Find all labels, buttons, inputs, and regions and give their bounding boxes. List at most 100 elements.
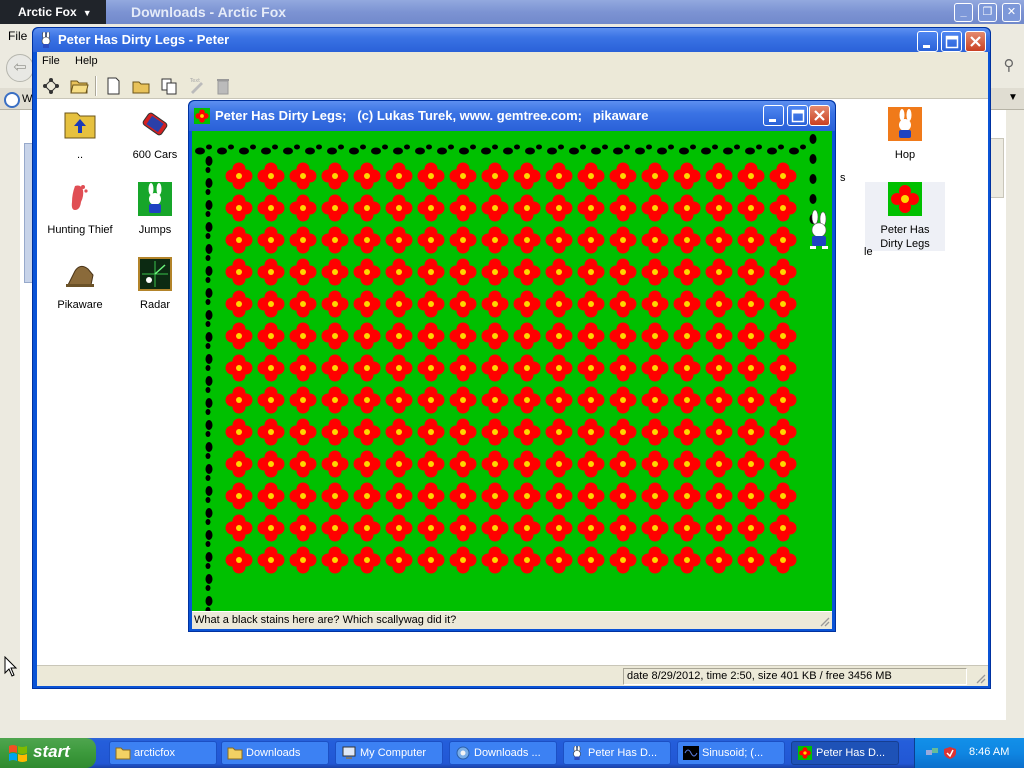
taskbar-button[interactable]: My Computer xyxy=(335,741,443,765)
flower xyxy=(673,162,701,190)
taskbar-button-label: Downloads xyxy=(246,747,301,759)
game-field-canvas[interactable] xyxy=(192,131,832,611)
arctic-fox-menu-button[interactable]: Arctic Fox ▼ xyxy=(0,0,106,24)
rename-icon[interactable]: Text xyxy=(187,76,207,96)
file-item[interactable]: Radar xyxy=(115,257,195,312)
delete-icon[interactable] xyxy=(213,76,233,96)
flower xyxy=(417,194,445,222)
flower xyxy=(417,386,445,414)
search-icon[interactable]: ⚲ xyxy=(998,56,1020,78)
new-folder-icon[interactable] xyxy=(131,76,151,96)
flower xyxy=(513,482,541,510)
file-item[interactable]: Pikaware xyxy=(40,257,120,312)
flower xyxy=(257,450,285,478)
flower xyxy=(353,162,381,190)
flower xyxy=(513,322,541,350)
flower xyxy=(673,386,701,414)
explorer-menubar: File Help xyxy=(37,52,988,72)
flower xyxy=(577,386,605,414)
flower xyxy=(673,482,701,510)
flower xyxy=(673,450,701,478)
browser-tab-label[interactable]: W xyxy=(22,93,32,105)
flower xyxy=(545,354,573,382)
browser-close-button[interactable]: ✕ xyxy=(1002,3,1021,22)
flower xyxy=(737,546,765,574)
flower xyxy=(385,354,413,382)
flower xyxy=(417,514,445,542)
tree-view-icon[interactable] xyxy=(41,76,61,96)
flower xyxy=(513,514,541,542)
dropdown-arrow-icon: ▼ xyxy=(82,8,92,18)
footprint xyxy=(459,147,469,155)
file-item-selected[interactable]: Peter Has Dirty Legs xyxy=(865,182,945,251)
flower xyxy=(513,258,541,286)
footprint xyxy=(239,147,249,155)
browser-restore-button[interactable]: ❐ xyxy=(978,3,997,22)
footprint xyxy=(205,596,213,606)
flower xyxy=(321,546,349,574)
flower xyxy=(769,162,797,190)
flower xyxy=(353,386,381,414)
network-icon[interactable] xyxy=(925,746,939,760)
taskbar-button[interactable]: Downloads ... xyxy=(449,741,557,765)
resize-grip-icon[interactable] xyxy=(818,615,830,627)
file-item[interactable]: .. xyxy=(40,107,120,162)
flower xyxy=(705,354,733,382)
explorer-minimize-button[interactable] xyxy=(917,31,938,52)
file-item[interactable]: 600 Cars xyxy=(115,107,195,162)
explorer-close-button[interactable] xyxy=(965,31,986,52)
flower xyxy=(417,322,445,350)
flower xyxy=(481,546,509,574)
footprint xyxy=(205,387,211,393)
system-tray: 8:46 AM xyxy=(914,738,1024,768)
back-arrow-icon[interactable]: ⇦ xyxy=(6,54,34,82)
footprint xyxy=(294,144,300,150)
resize-grip-icon[interactable] xyxy=(974,672,986,684)
tab-list-arrow-icon[interactable]: ▼ xyxy=(1008,92,1018,103)
taskbar-button[interactable]: Sinusoid; (... xyxy=(677,741,785,765)
browser-minimize-button[interactable]: _ xyxy=(954,3,973,22)
flower xyxy=(257,162,285,190)
new-file-icon[interactable] xyxy=(103,76,123,96)
clock[interactable]: 8:46 AM xyxy=(969,746,1009,758)
file-item[interactable]: Hunting Thief xyxy=(40,182,120,237)
security-shield-icon[interactable] xyxy=(943,746,957,760)
flower xyxy=(641,482,669,510)
game-title-bar[interactable]: Peter Has Dirty Legs; (c) Lukas Turek, w… xyxy=(189,101,835,131)
flower xyxy=(289,290,317,318)
flower xyxy=(321,450,349,478)
file-item[interactable]: Hop xyxy=(865,107,945,162)
flower xyxy=(513,418,541,446)
flower xyxy=(769,418,797,446)
flower xyxy=(609,258,637,286)
file-item[interactable]: Jumps xyxy=(115,182,195,237)
game-minimize-button[interactable] xyxy=(763,105,784,126)
taskbar-button[interactable]: Downloads xyxy=(221,741,329,765)
explorer-title-bar[interactable]: Peter Has Dirty Legs - Peter xyxy=(33,28,990,52)
game-field[interactable] xyxy=(192,131,832,611)
flower xyxy=(545,514,573,542)
explorer-toolbar: Text xyxy=(37,72,988,99)
copy-icon[interactable] xyxy=(159,76,179,96)
game-close-button[interactable] xyxy=(809,105,830,126)
folder-icon xyxy=(227,747,243,760)
flower xyxy=(289,322,317,350)
explorer-menu-help[interactable]: Help xyxy=(75,55,98,67)
flower xyxy=(609,450,637,478)
start-button[interactable]: start xyxy=(0,738,96,768)
open-folder-icon[interactable] xyxy=(69,76,89,96)
flower xyxy=(289,386,317,414)
explorer-menu-file[interactable]: File xyxy=(42,55,60,67)
game-maximize-button[interactable] xyxy=(787,105,808,126)
taskbar-button[interactable]: arcticfox xyxy=(109,741,217,765)
taskbar-button[interactable]: Peter Has D... xyxy=(563,741,671,765)
flower xyxy=(321,258,349,286)
flower xyxy=(385,226,413,254)
taskbar-button-active[interactable]: Peter Has D... xyxy=(791,741,899,765)
explorer-maximize-button[interactable] xyxy=(941,31,962,52)
flower xyxy=(769,514,797,542)
file-label: Hunting Thief xyxy=(47,224,113,236)
flower xyxy=(321,418,349,446)
flower xyxy=(449,418,477,446)
browser-menu-file[interactable]: File xyxy=(8,29,27,43)
